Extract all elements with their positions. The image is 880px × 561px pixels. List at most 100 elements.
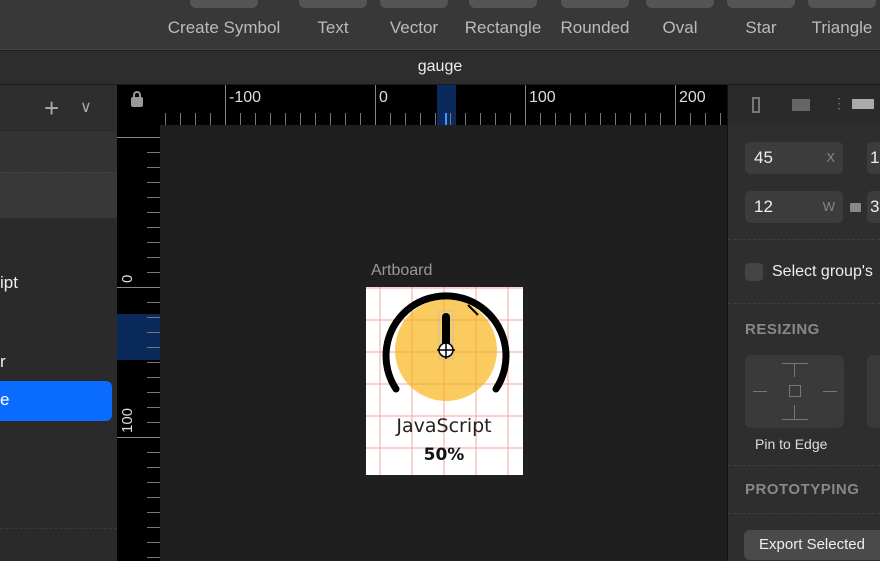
height-field[interactable]: 3 — [867, 191, 880, 223]
ruler-tick — [675, 85, 676, 125]
align-center-icon[interactable] — [792, 99, 810, 111]
toolbar-button-oval[interactable] — [646, 0, 714, 8]
ruler-tick — [360, 113, 361, 125]
ruler-tick — [147, 197, 160, 198]
align-left-icon[interactable] — [752, 97, 760, 113]
ruler-tick — [330, 113, 331, 125]
ruler-tick — [195, 113, 196, 125]
ruler-tick — [420, 113, 421, 125]
toolbar-button-triangle[interactable] — [808, 0, 876, 8]
ruler-tick — [147, 467, 160, 468]
ruler-tick — [147, 557, 160, 558]
ruler-tick — [117, 137, 160, 138]
ruler-tick — [147, 152, 160, 153]
ruler-tick — [147, 317, 160, 318]
artboard[interactable]: JavaScript 50% — [366, 287, 523, 475]
ruler-tick — [405, 113, 406, 125]
ruler-tick — [147, 362, 160, 363]
align-right-icon[interactable] — [852, 99, 874, 109]
ruler-tick — [525, 85, 526, 125]
ruler-tick — [180, 113, 181, 125]
ruler-tick — [450, 113, 451, 125]
ruler-tick — [147, 407, 160, 408]
pin-to-edge-label: Pin to Edge — [755, 436, 828, 452]
ruler-tick — [147, 272, 160, 273]
ruler-tick — [147, 377, 160, 378]
pin-to-edge-control[interactable] — [745, 355, 844, 428]
gauge-label: JavaScript — [395, 415, 491, 437]
ruler-tick — [375, 85, 376, 125]
ruler-tick — [270, 113, 271, 125]
vertical-ruler[interactable]: 0 100 — [117, 125, 160, 561]
toolbar-label[interactable]: Create Symbol — [168, 18, 280, 38]
toolbar-label[interactable]: Rectangle — [465, 18, 542, 38]
ruler-tick — [615, 113, 616, 125]
ruler-tick — [600, 113, 601, 125]
ruler-tick — [147, 302, 160, 303]
ruler-tick — [555, 113, 556, 125]
resizing-heading: RESIZING — [745, 321, 820, 338]
toolbar-label[interactable]: Vector — [390, 18, 438, 38]
select-group-checkbox[interactable] — [745, 263, 763, 281]
ruler-tick — [300, 113, 301, 125]
toolbar-label[interactable]: Oval — [663, 18, 698, 38]
inspector-panel: ⋮ 45 X 1 12 W 3 Select group's RESIZING Pi… — [727, 85, 880, 561]
ruler-tick — [147, 452, 160, 453]
ruler-label: 0 — [379, 89, 388, 106]
ruler-tick — [720, 113, 721, 125]
ruler-tick — [117, 287, 160, 288]
ruler-tick — [147, 167, 160, 168]
ruler-tick — [435, 113, 436, 125]
resizing-option[interactable] — [867, 355, 880, 428]
toolbar-button-text[interactable] — [299, 0, 367, 8]
ruler-corner — [117, 85, 160, 125]
horizontal-ruler[interactable]: -100 0 100 200 — [160, 85, 727, 125]
toolbar-button-rectangle[interactable] — [469, 0, 537, 8]
toolbar: Create Symbol Text Vector Rectangle Rounded O… — [0, 0, 880, 50]
toolbar-button-rounded[interactable] — [561, 0, 629, 8]
ruler-tick — [480, 113, 481, 125]
ruler-tick — [660, 113, 661, 125]
ruler-tick — [495, 113, 496, 125]
select-group-label: Select group's — [772, 263, 873, 280]
ruler-tick — [147, 512, 160, 513]
artboard-label[interactable]: Artboard — [371, 262, 432, 280]
ruler-tick — [705, 113, 706, 125]
chevron-down-icon[interactable]: ∨ — [80, 97, 92, 117]
ruler-tick — [645, 113, 646, 125]
toolbar-button-create-symbol[interactable] — [190, 0, 258, 8]
toolbar-label[interactable]: Rounded — [560, 18, 629, 38]
ruler-label: -100 — [229, 89, 262, 106]
layer-item[interactable]: ipt — [0, 273, 18, 293]
more-icon[interactable]: ⋮ — [832, 95, 846, 112]
add-icon[interactable]: + — [44, 93, 59, 124]
layer-item[interactable]: r — [0, 352, 6, 372]
toolbar-button-vector[interactable] — [380, 0, 448, 8]
toolbar-label[interactable]: Text — [317, 18, 348, 38]
toolbar-button-star[interactable] — [727, 0, 795, 8]
toolbar-label[interactable]: Triangle — [812, 18, 873, 38]
ruler-tick — [570, 113, 571, 125]
export-button[interactable]: Export Selected — [744, 530, 880, 560]
layer-item-selected[interactable]: e — [0, 381, 112, 421]
ruler-tick — [147, 182, 160, 183]
ruler-tick — [465, 113, 466, 125]
window-title: gauge — [0, 51, 880, 85]
ruler-tick — [585, 113, 586, 125]
ruler-tick — [147, 392, 160, 393]
ruler-tick — [540, 113, 541, 125]
x-field[interactable]: 45 X — [745, 142, 843, 174]
ruler-tick — [165, 113, 166, 125]
ruler-tick — [210, 113, 211, 125]
prototyping-heading: PROTOTYPING — [745, 481, 860, 498]
ruler-label: 200 — [679, 89, 706, 106]
ruler-tick — [147, 527, 160, 528]
width-field[interactable]: 12 W — [745, 191, 843, 223]
toolbar-label[interactable]: Star — [745, 18, 776, 38]
ruler-tick — [147, 227, 160, 228]
lock-ratio-icon[interactable] — [850, 203, 861, 212]
ruler-selection-highlight — [117, 314, 160, 360]
ruler-tick — [117, 437, 160, 438]
y-field[interactable]: 1 — [867, 142, 880, 174]
ruler-tick — [315, 113, 316, 125]
